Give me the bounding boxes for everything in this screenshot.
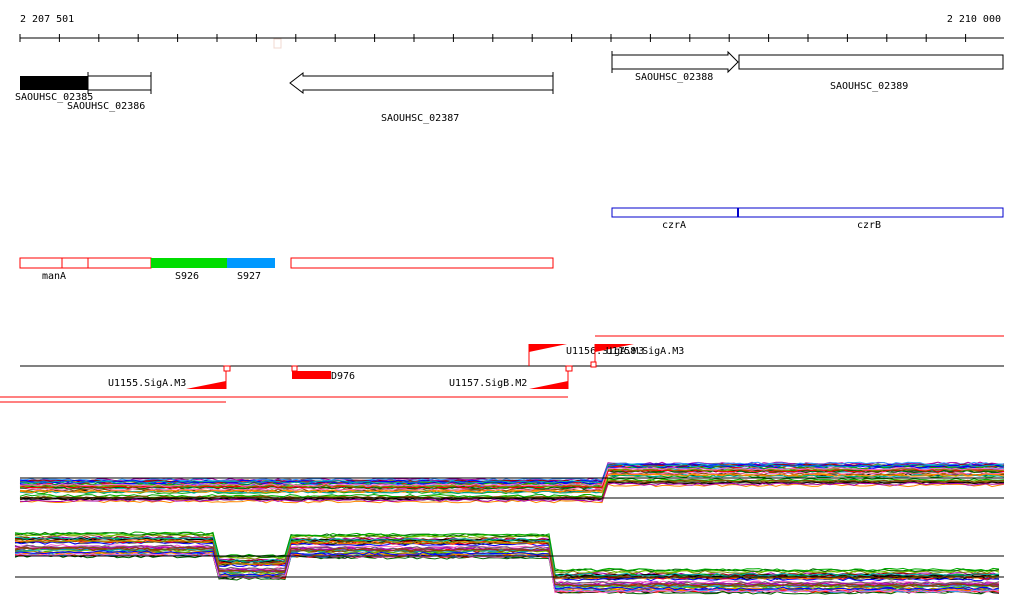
ruler-end-label: 2 210 000 [947,14,1001,25]
gene-SAOUHSC_02386[interactable] [87,75,152,91]
promoter-U1155[interactable] [186,365,231,389]
annotation-label: S926 [175,271,199,282]
gene-SAOUHSC_02387[interactable] [289,71,554,95]
annotation-S927[interactable] [227,258,275,268]
gene-track: SAOUHSC_02385 SAOUHSC_02386 SAOUHSC_0238… [15,50,1004,124]
promoter-label: U1155.SigA.M3 [108,378,186,389]
operon-gene-label: czrB [857,220,881,231]
promoter-U1157[interactable] [529,365,573,389]
operon-track: czrA czrB [611,207,1004,231]
ruler-handle[interactable] [273,38,282,49]
expression-track-bottom [14,531,1004,595]
promoter-label: U1158.SigA.M3 [606,346,684,357]
annotation-manA[interactable] [19,257,152,269]
gene-SAOUHSC_02389[interactable] [738,54,1004,70]
genome-browser-view: 2 207 501 2 210 000 SAOUHSC_02385 SAOUHS… [0,14,1005,595]
gene-SAOUHSC_02385[interactable] [20,76,88,90]
gene-label: SAOUHSC_02386 [67,101,145,112]
promoter-label: U1157.SigB.M2 [449,378,527,389]
annotation-label: S927 [237,271,261,282]
promoter-D976[interactable] [292,371,331,379]
operon-gene-label: czrA [662,220,686,231]
promoter-track: U1155.SigA.M3 D976 U1157.SigB.M2 U1156.S… [0,335,1004,403]
ruler: 2 207 501 2 210 000 [19,14,1004,49]
gene-label: SAOUHSC_02389 [830,81,908,92]
gene-SAOUHSC_02388[interactable] [611,50,739,74]
annotation-track: manA S926 S927 [19,257,554,282]
promoter-U1156[interactable] [528,344,567,366]
gene-label: SAOUHSC_02388 [635,72,713,83]
annotation-S926[interactable] [151,258,227,268]
ruler-start-label: 2 207 501 [20,14,74,25]
expression-track-top [19,461,1005,504]
operon-czrA-czrB[interactable] [611,207,1004,218]
promoter-label: D976 [331,371,355,382]
annotation-region[interactable] [290,257,554,269]
gene-label: SAOUHSC_02387 [381,113,459,124]
annotation-label: manA [42,271,66,282]
